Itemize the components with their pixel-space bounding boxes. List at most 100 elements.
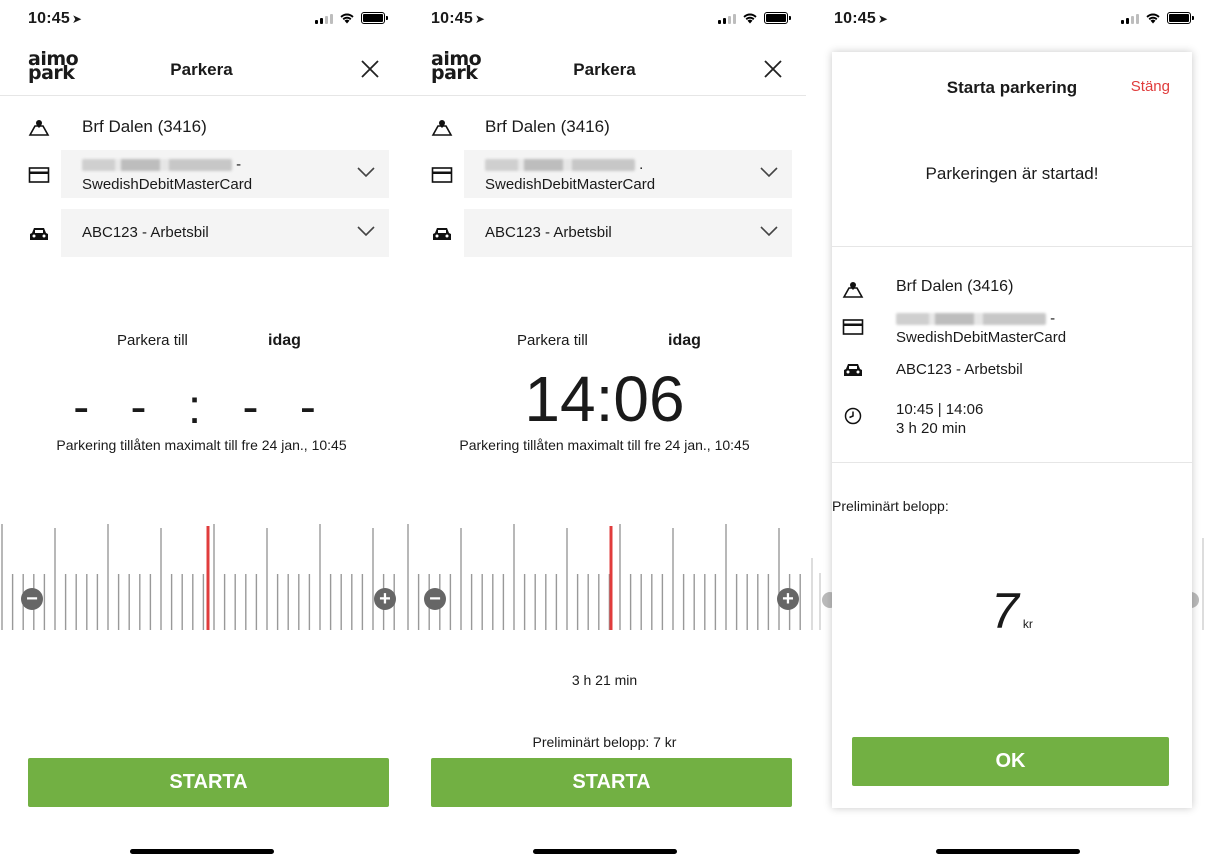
chevron-down-icon: [760, 226, 778, 237]
payment-card-select[interactable]: . SwedishDebitMasterCard: [464, 150, 792, 198]
max-parking-note: Parkering tillåten maximalt till fre 24 …: [459, 437, 750, 453]
ok-button[interactable]: OK: [852, 737, 1169, 786]
amount-value: 7: [991, 583, 1019, 639]
vehicle-name: ABC123 - Arbetsbil: [485, 224, 612, 241]
clock-icon: [844, 407, 862, 425]
location-name: Brf Dalen (3416): [82, 117, 207, 136]
masked-card-number: [896, 313, 1046, 326]
signal-icon: [718, 13, 736, 24]
car-icon: [30, 228, 48, 240]
success-message: Parkeringen är startad!: [925, 164, 1099, 183]
status-bar: 10:45 ➤: [0, 0, 403, 40]
amount-unit: kr: [1022, 617, 1033, 631]
screen-parkera-empty: 10:45 ➤ aimo park Parkera Brf Dalen (3416)…: [0, 0, 403, 858]
card-name: SwedishDebitMasterCard: [485, 176, 656, 193]
dialog-close-link[interactable]: Stäng: [1131, 78, 1170, 95]
location-name: Brf Dalen (3416): [485, 117, 610, 136]
car-icon: [433, 228, 451, 240]
plus-icon[interactable]: +: [777, 588, 799, 610]
wifi-icon: [340, 13, 354, 24]
masked-card-number: [485, 159, 635, 172]
end-time-display: - - : - -: [73, 381, 330, 434]
prelim-amount-label: Preliminärt belopp:: [832, 498, 949, 514]
park-till-day: idag: [668, 332, 701, 349]
page-title: Parkera: [573, 60, 636, 79]
park-till-day: idag: [268, 332, 301, 349]
map-pin-icon: [28, 120, 50, 136]
home-indicator: [129, 849, 274, 854]
time-ruler-slider[interactable]: − +: [0, 518, 403, 630]
divider: [832, 246, 1192, 247]
nav-bar: aimo park Parkera: [403, 44, 806, 96]
start-parking-dialog: Starta parkering Stäng Parkeringen är st…: [832, 52, 1192, 808]
status-time: 10:45 ➤: [28, 10, 83, 27]
card-suffix: .: [639, 156, 644, 173]
divider: [832, 462, 1192, 463]
park-till-label: Parkera till: [517, 332, 588, 349]
end-time-display: 14:06: [524, 363, 685, 435]
minus-icon[interactable]: −: [424, 588, 446, 610]
max-parking-note: Parkering tillåten maximalt till fre 24 …: [56, 437, 347, 453]
page-title: Parkera: [170, 60, 233, 79]
masked-card-line: -: [896, 310, 1055, 327]
status-icons: [718, 12, 791, 24]
screen-parkera-set: 10:45 ➤ aimo park Parkera Brf Dalen (3416)…: [403, 0, 806, 858]
estimate-label: Preliminärt belopp: 7 kr: [532, 734, 677, 750]
card-name: SwedishDebitMasterCard: [896, 329, 1067, 346]
location-arrow-icon: ➤: [474, 12, 486, 26]
status-time: 10:45 ➤: [431, 10, 486, 27]
start-button[interactable]: STARTA: [28, 758, 389, 807]
map-pin-icon: [431, 120, 453, 136]
status-icons: [1121, 12, 1194, 24]
home-indicator: [935, 849, 1080, 854]
status-bar: 10:45 ➤: [806, 0, 1209, 40]
minus-icon[interactable]: −: [21, 588, 43, 610]
status-icons: [315, 12, 388, 24]
card-suffix: -: [1050, 310, 1056, 327]
card-suffix: -: [236, 156, 242, 173]
battery-icon: [764, 12, 791, 24]
chevron-down-icon: [760, 167, 778, 178]
signal-icon: [315, 13, 333, 24]
park-till-label: Parkera till: [117, 332, 188, 349]
status-time: 10:45 ➤: [834, 10, 889, 27]
battery-icon: [361, 12, 388, 24]
payment-card-select[interactable]: - SwedishDebitMasterCard: [61, 150, 389, 198]
credit-card-icon: [431, 167, 453, 183]
close-icon[interactable]: [359, 58, 381, 80]
location-arrow-icon: ➤: [71, 12, 83, 26]
background-ruler-right: [1189, 538, 1204, 630]
wifi-icon: [743, 13, 757, 24]
nav-bar: aimo park Parkera: [0, 44, 403, 96]
ruler-ticks: [407, 524, 801, 630]
chevron-down-icon: [357, 167, 375, 178]
credit-card-icon: [842, 319, 864, 335]
prelim-amount: 7 kr: [832, 582, 1192, 640]
card-name: SwedishDebitMasterCard: [82, 176, 253, 193]
map-pin-icon: [842, 282, 864, 298]
ruler-ticks: [1, 524, 395, 630]
background-ruler-left: [811, 558, 832, 630]
credit-card-icon: [28, 167, 50, 183]
status-bar: 10:45 ➤: [403, 0, 806, 40]
screen-parking-started: 10:45 ➤ Starta parkering Stäng Parkeringe…: [806, 0, 1209, 858]
close-icon[interactable]: [762, 58, 784, 80]
duration-label: 3 h 20 min: [896, 420, 967, 437]
vehicle-name: ABC123 - Arbetsbil: [896, 361, 1023, 378]
home-indicator: [532, 849, 677, 854]
start-button[interactable]: STARTA: [431, 758, 792, 807]
masked-card-number: [82, 159, 232, 172]
vehicle-name: ABC123 - Arbetsbil: [82, 224, 209, 241]
vehicle-select[interactable]: ABC123 - Arbetsbil: [61, 209, 389, 257]
location-name: Brf Dalen (3416): [896, 278, 1014, 295]
battery-icon: [1167, 12, 1194, 24]
vehicle-select[interactable]: ABC123 - Arbetsbil: [464, 209, 792, 257]
plus-icon[interactable]: +: [374, 588, 396, 610]
car-icon: [844, 364, 862, 376]
duration-label: 3 h 21 min: [571, 672, 638, 688]
time-range: 10:45 | 14:06: [896, 401, 984, 418]
chevron-down-icon: [357, 226, 375, 237]
signal-icon: [1121, 13, 1139, 24]
wifi-icon: [1146, 13, 1160, 24]
time-ruler-slider[interactable]: − +: [403, 518, 806, 630]
